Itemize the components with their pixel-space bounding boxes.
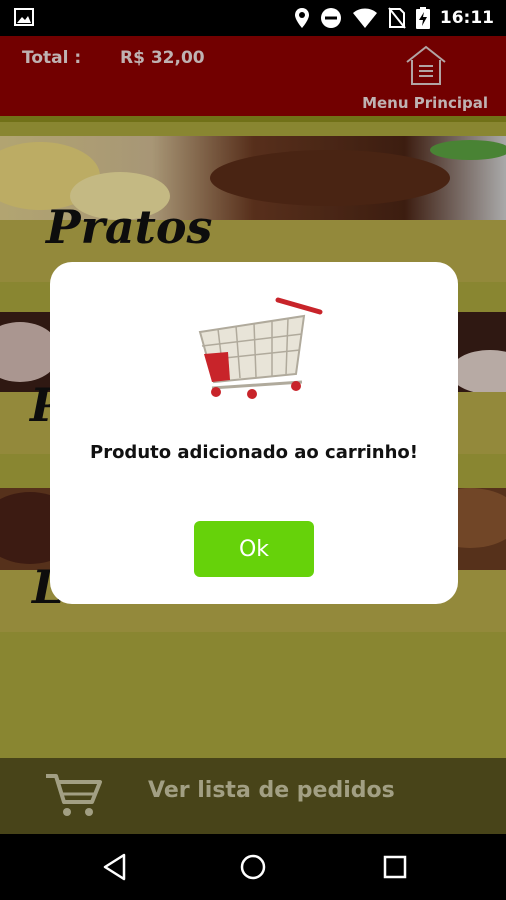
added-to-cart-dialog: Produto adicionado ao carrinho! Ok — [50, 262, 458, 604]
status-icons: 16:11 — [294, 6, 494, 30]
gallery-icon — [14, 8, 34, 26]
status-time: 16:11 — [439, 8, 494, 28]
ok-button[interactable]: Ok — [194, 521, 314, 577]
battery-charging-icon — [415, 7, 430, 29]
dialog-message: Produto adicionado ao carrinho! — [90, 442, 418, 463]
shopping-cart-image — [198, 297, 323, 399]
home-icon[interactable] — [238, 852, 268, 882]
recents-icon[interactable] — [380, 852, 410, 882]
system-nav-bar — [0, 834, 506, 900]
back-icon[interactable] — [100, 852, 130, 882]
do-not-disturb-icon — [320, 8, 341, 28]
status-bar: 16:11 — [0, 0, 506, 36]
wifi-icon — [352, 8, 377, 28]
no-sim-icon — [388, 7, 406, 29]
location-icon — [294, 8, 309, 28]
